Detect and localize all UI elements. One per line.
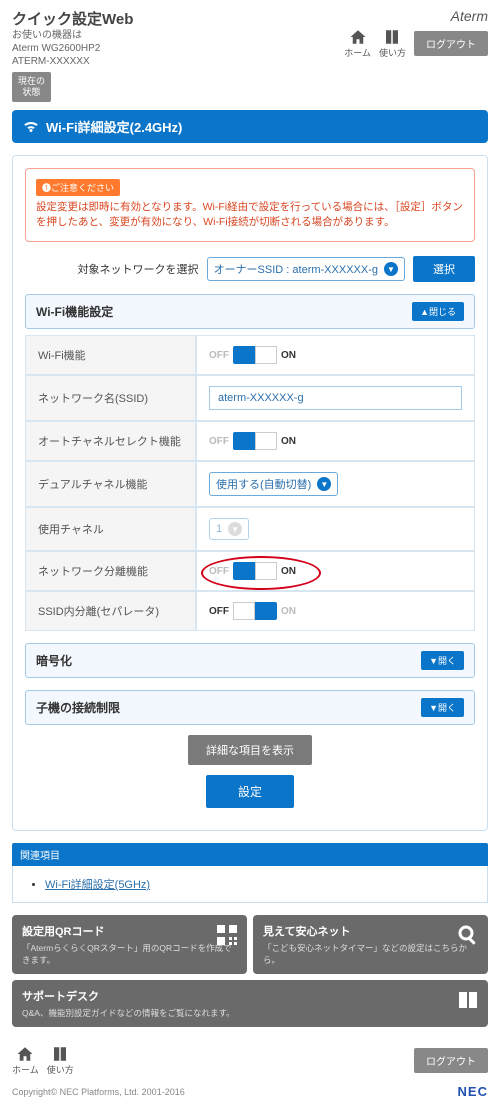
- settings-table: Wi-Fi機能 OFF ON ネットワーク名(SSID) オートチャネルセレクト…: [25, 335, 475, 631]
- support-card-title: サポートデスク: [22, 988, 478, 1004]
- off-label: OFF: [209, 606, 229, 617]
- row-label: オートチャネルセレクト機能: [25, 421, 196, 461]
- qr-card-sub: 「AtermらくらくQRスタート」用のQRコードを作成できます。: [22, 942, 237, 966]
- row-label: ネットワーク名(SSID): [25, 375, 196, 421]
- section-restrict-title: 子機の接続制限: [36, 699, 120, 716]
- app-title: クイック設定Web: [12, 8, 133, 29]
- magnifier-icon: [456, 923, 480, 947]
- section-wifi-title: Wi-Fi機能設定: [36, 303, 113, 320]
- row-label: ネットワーク分離機能: [25, 551, 196, 591]
- dual-channel-value: 使用する(自動切替): [216, 476, 311, 492]
- qr-card-title: 設定用QRコード: [22, 923, 237, 939]
- logout-button[interactable]: ログアウト: [414, 31, 488, 56]
- network-select-label: 対象ネットワークを選択: [78, 261, 199, 277]
- off-label: OFF: [209, 566, 229, 577]
- section-wifi-head: Wi-Fi機能設定 ▲閉じる: [25, 294, 475, 329]
- row-label: デュアルチャネル機能: [25, 461, 196, 507]
- status-badge[interactable]: 現在の 状態: [12, 72, 51, 102]
- on-label: ON: [281, 350, 296, 361]
- qr-card[interactable]: 設定用QRコード 「AtermらくらくQRスタート」用のQRコードを作成できます…: [12, 915, 247, 974]
- warning-text: 設定変更は即時に有効となります。Wi-Fi経由で設定を行っている場合には、［設定…: [36, 200, 464, 232]
- apply-button[interactable]: 設定: [206, 775, 294, 808]
- header: クイック設定Web お使いの機器は Aterm WG2600HP2 ATERM-…: [0, 0, 500, 110]
- warning-box: ❶ご注意ください 設定変更は即時に有効となります。Wi-Fi経由で設定を行ってい…: [25, 168, 475, 243]
- home-icon: [349, 28, 367, 46]
- content-panel: ❶ご注意ください 設定変更は即時に有効となります。Wi-Fi経由で設定を行ってい…: [12, 155, 488, 832]
- nec-logo: NEC: [458, 1084, 488, 1099]
- off-label: OFF: [209, 350, 229, 361]
- on-label: ON: [281, 606, 296, 617]
- wifi-func-switch[interactable]: OFF ON: [209, 346, 296, 364]
- select-button[interactable]: 選択: [413, 256, 475, 282]
- safe-card-title: 見えて安心ネット: [263, 923, 478, 939]
- row-label: 使用チャネル: [25, 507, 196, 551]
- network-select-value: オーナーSSID : aterm-XXXXXX-g: [214, 261, 378, 277]
- table-row: ネットワーク分離機能 OFF ON: [25, 551, 475, 591]
- bottom-cards: 設定用QRコード 「AtermらくらくQRスタート」用のQRコードを作成できます…: [12, 915, 488, 1027]
- section-wifi-toggle[interactable]: ▲閉じる: [412, 302, 464, 321]
- footer: ホーム 使い方 ログアウト: [0, 1037, 500, 1084]
- footer-home-label: ホーム: [12, 1063, 39, 1076]
- support-card-sub: Q&A、機能別設定ガイドなどの情報をご覧になれます。: [22, 1007, 478, 1019]
- support-card[interactable]: サポートデスク Q&A、機能別設定ガイドなどの情報をご覧になれます。: [12, 980, 488, 1027]
- chevron-down-icon: ▼: [228, 522, 242, 536]
- related-title: 関連項目: [12, 843, 488, 866]
- dual-channel-dropdown[interactable]: 使用する(自動切替) ▼: [209, 472, 338, 496]
- copyright: Copyright© NEC Platforms, Ltd. 2001-2016: [12, 1087, 185, 1097]
- off-label: OFF: [209, 436, 229, 447]
- footer-logout-button[interactable]: ログアウト: [414, 1048, 488, 1073]
- book-icon: [456, 988, 480, 1012]
- section-encrypt-head: 暗号化 ▼開く: [25, 643, 475, 678]
- qr-icon: [215, 923, 239, 947]
- footer-help-label: 使い方: [47, 1063, 74, 1076]
- chevron-down-icon: ▼: [317, 477, 331, 491]
- home-link[interactable]: ホーム: [344, 28, 371, 59]
- ssid-input[interactable]: [209, 386, 462, 410]
- table-row: 使用チャネル 1 ▼: [25, 507, 475, 551]
- network-select-row: 対象ネットワークを選択 オーナーSSID : aterm-XXXXXX-g ▼ …: [25, 256, 475, 282]
- table-row: SSID内分離(セパレータ) OFF ON: [25, 591, 475, 631]
- home-label: ホーム: [344, 46, 371, 59]
- book-icon: [51, 1045, 69, 1063]
- network-select-dropdown[interactable]: オーナーSSID : aterm-XXXXXX-g ▼: [207, 257, 405, 281]
- device-line1: お使いの機器は: [12, 29, 133, 42]
- device-line2: Aterm WG2600HP2: [12, 42, 133, 55]
- footer-home-link[interactable]: ホーム: [12, 1045, 39, 1076]
- network-separation-switch[interactable]: OFF ON: [209, 562, 296, 580]
- channel-value: 1: [216, 523, 222, 535]
- footer-help-link[interactable]: 使い方: [47, 1045, 74, 1076]
- table-row: オートチャネルセレクト機能 OFF ON: [25, 421, 475, 461]
- section-encrypt-toggle[interactable]: ▼開く: [421, 651, 464, 670]
- section-restrict-toggle[interactable]: ▼開く: [421, 698, 464, 717]
- page-title-bar: Wi-Fi詳細設定(2.4GHz): [12, 110, 488, 143]
- related-link[interactable]: Wi-Fi詳細設定(5GHz): [45, 879, 150, 891]
- home-icon: [16, 1045, 34, 1063]
- help-link[interactable]: 使い方: [379, 28, 406, 59]
- on-label: ON: [281, 436, 296, 447]
- row-label: SSID内分離(セパレータ): [25, 591, 196, 631]
- table-row: ネットワーク名(SSID): [25, 375, 475, 421]
- show-detail-button[interactable]: 詳細な項目を表示: [188, 735, 312, 765]
- table-row: Wi-Fi機能 OFF ON: [25, 335, 475, 375]
- section-encrypt-title: 暗号化: [36, 652, 72, 669]
- device-line3: ATERM-XXXXXX: [12, 55, 133, 68]
- wifi-icon: [22, 117, 40, 135]
- related-box: 関連項目 Wi-Fi詳細設定(5GHz): [12, 843, 488, 903]
- chevron-down-icon: ▼: [384, 262, 398, 276]
- auto-channel-switch[interactable]: OFF ON: [209, 432, 296, 450]
- table-row: デュアルチャネル機能 使用する(自動切替) ▼: [25, 461, 475, 507]
- on-label: ON: [281, 566, 296, 577]
- safe-card[interactable]: 見えて安心ネット 「こども安心ネットタイマー」などの設定はこちらから。: [253, 915, 488, 974]
- section-restrict-head: 子機の接続制限 ▼開く: [25, 690, 475, 725]
- row-label: Wi-Fi機能: [25, 335, 196, 375]
- brand-logo: Aterm: [344, 8, 488, 24]
- warning-tag: ❶ご注意ください: [36, 179, 120, 196]
- help-label: 使い方: [379, 46, 406, 59]
- channel-dropdown: 1 ▼: [209, 518, 249, 540]
- book-icon: [383, 28, 401, 46]
- page-title: Wi-Fi詳細設定(2.4GHz): [46, 117, 182, 136]
- ssid-separator-switch[interactable]: OFF ON: [209, 602, 296, 620]
- safe-card-sub: 「こども安心ネットタイマー」などの設定はこちらから。: [263, 942, 478, 966]
